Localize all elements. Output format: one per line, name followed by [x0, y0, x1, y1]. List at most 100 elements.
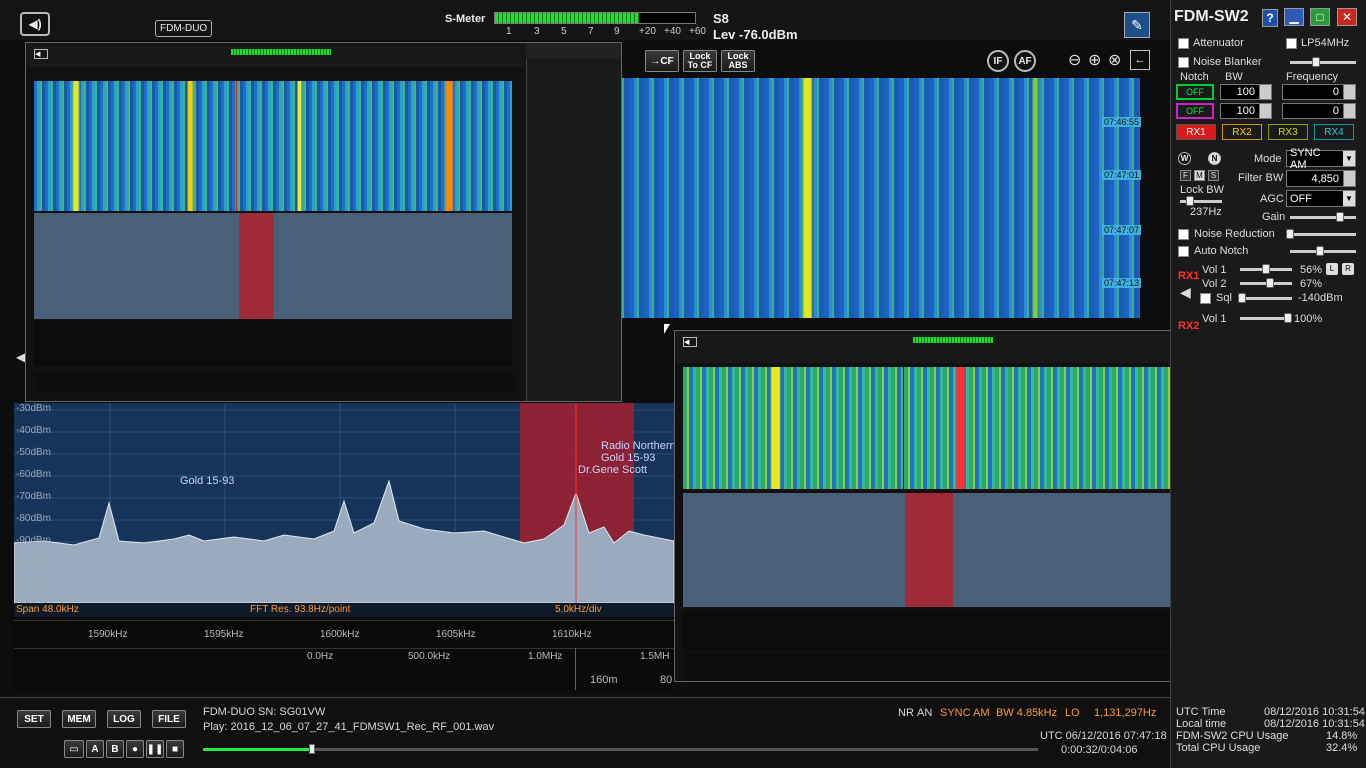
f-button[interactable]: F	[1180, 170, 1191, 181]
lock-abs-button[interactable]: Lock ABS	[721, 50, 755, 72]
mini-spectrum[interactable]	[34, 213, 512, 319]
sql-slider-thumb[interactable]	[1238, 293, 1246, 303]
spin-icon[interactable]	[1259, 85, 1271, 99]
attenuator-checkbox[interactable]	[1178, 38, 1189, 49]
mini2-waterfall[interactable]	[683, 367, 1227, 489]
m-button[interactable]: M	[1194, 170, 1205, 181]
annotation-gold-1593-left: Gold 15-93	[180, 475, 235, 487]
notch-1-freq[interactable]: 0	[1282, 84, 1356, 100]
main-spectrum[interactable]	[14, 403, 674, 603]
mini2-speaker-icon[interactable]: ◀	[683, 337, 697, 347]
cpu-usage-label: FDM-SW2 CPU Usage	[1176, 730, 1289, 742]
lp54-checkbox[interactable]	[1286, 38, 1297, 49]
rx1-vol1-slider-thumb[interactable]	[1262, 264, 1270, 274]
stop-icon[interactable]: ■	[166, 740, 184, 758]
playback-progress[interactable]	[203, 744, 1038, 754]
filter-bw-input[interactable]: 4,850	[1286, 170, 1356, 187]
l-button[interactable]: L	[1326, 263, 1338, 275]
gain-slider-thumb[interactable]	[1336, 212, 1344, 222]
noise-reduction-slider[interactable]	[1290, 233, 1356, 236]
af-button[interactable]: AF	[1014, 50, 1036, 72]
mode-select[interactable]: SYNC AM ▼	[1286, 147, 1356, 171]
s-button[interactable]: S	[1208, 170, 1219, 181]
spin-icon[interactable]	[1343, 85, 1355, 99]
noise-blanker-checkbox[interactable]	[1178, 57, 1189, 68]
zoom-reset-icon[interactable]: ⊗	[1108, 50, 1121, 70]
notch-2-toggle[interactable]: OFF	[1176, 103, 1214, 119]
notch-2-bw[interactable]: 100	[1220, 103, 1272, 119]
if-button[interactable]: IF	[987, 50, 1009, 72]
status-nr: NR	[898, 707, 914, 719]
mini-speaker-icon[interactable]: ◀	[34, 49, 48, 59]
marker-a-button[interactable]: A	[86, 740, 104, 758]
mem-button[interactable]: MEM	[62, 710, 96, 728]
noise-blanker-slider-thumb[interactable]	[1312, 57, 1320, 67]
minimize-icon[interactable]: ▁	[1284, 8, 1304, 26]
div-readout: 5.0kHz/div	[555, 604, 602, 615]
lock-bw-slider-thumb[interactable]	[1186, 196, 1194, 206]
maximize-icon[interactable]: □	[1310, 8, 1330, 26]
close-icon[interactable]: ✕	[1337, 8, 1357, 26]
rx2-button[interactable]: RX2	[1222, 124, 1262, 140]
zoom-out-icon[interactable]: ⊖	[1068, 50, 1081, 70]
r-button[interactable]: R	[1342, 263, 1354, 275]
lock-to-cf-button[interactable]: Lock To CF	[683, 50, 717, 72]
help-icon[interactable]: ?	[1262, 9, 1278, 27]
notch-1-bw[interactable]: 100	[1220, 84, 1272, 100]
notch-1-toggle[interactable]: OFF	[1176, 84, 1214, 100]
mini-smeter	[231, 49, 331, 55]
waterfall-time-label: 07:47:13	[1102, 278, 1142, 288]
spin-icon[interactable]	[1259, 104, 1271, 118]
mini-waterfall[interactable]	[34, 81, 512, 211]
rx1-button[interactable]: RX1	[1176, 124, 1216, 140]
chevron-down-icon[interactable]: ▼	[1343, 191, 1355, 206]
noise-reduction-slider-thumb[interactable]	[1286, 229, 1294, 239]
log-button[interactable]: LOG	[107, 710, 141, 728]
noise-reduction-checkbox[interactable]	[1178, 229, 1189, 240]
speaker-icon[interactable]: ◀)	[20, 12, 50, 36]
rx2-vol1-slider-thumb[interactable]	[1284, 313, 1292, 323]
left-scroll-arrow-icon[interactable]: ◀	[16, 350, 25, 364]
mini-window-top-left[interactable]: ◀	[25, 42, 622, 402]
noise-blanker-slider[interactable]	[1290, 61, 1356, 64]
playback-thumb[interactable]	[308, 744, 315, 754]
set-button[interactable]: SET	[17, 710, 51, 728]
rx1-vol2-slider-thumb[interactable]	[1266, 278, 1274, 288]
arrow-left-icon[interactable]: ←	[1130, 50, 1150, 70]
cf-button[interactable]: → CF	[645, 50, 679, 72]
n-button[interactable]: N	[1208, 152, 1221, 165]
w-button[interactable]: W	[1178, 152, 1191, 165]
speaker-icon[interactable]: ◀	[1180, 284, 1191, 301]
sql-checkbox[interactable]	[1200, 293, 1211, 304]
zoom-in-icon[interactable]: ⊕	[1088, 50, 1101, 70]
rx4-button[interactable]: RX4	[1314, 124, 1354, 140]
mini-side-panel	[526, 43, 621, 401]
notch-2-freq[interactable]: 0	[1282, 103, 1356, 119]
mini2-smeter	[913, 337, 993, 343]
marker-b-button[interactable]: B	[106, 740, 124, 758]
rx1-vol2-label: Vol 2	[1202, 278, 1227, 290]
pause-icon[interactable]: ❚❚	[146, 740, 164, 758]
sql-slider[interactable]	[1240, 297, 1292, 300]
spin-icon[interactable]	[1343, 171, 1355, 186]
auto-notch-slider-thumb[interactable]	[1316, 246, 1324, 256]
main-waterfall[interactable]	[614, 78, 1140, 318]
record-icon[interactable]: ●	[126, 740, 144, 758]
mode-value: SYNC AM	[1290, 146, 1321, 171]
tools-icon[interactable]: ✎	[1124, 12, 1150, 38]
spin-icon[interactable]	[1343, 104, 1355, 118]
agc-select[interactable]: OFF ▼	[1286, 190, 1356, 207]
record-list-icon[interactable]: ▭	[64, 740, 84, 758]
gain-slider[interactable]	[1290, 216, 1356, 219]
utc-timestamp: UTC 06/12/2016 07:47:18	[1040, 730, 1167, 742]
auto-notch-checkbox[interactable]	[1178, 246, 1189, 257]
frequency-label: 1590kHz	[88, 629, 128, 640]
rx3-button[interactable]: RX3	[1268, 124, 1308, 140]
local-time-value: 08/12/2016 10:31:54	[1264, 718, 1365, 730]
filter-bw-value: 4,850	[1311, 172, 1339, 185]
chevron-down-icon[interactable]: ▼	[1343, 151, 1355, 166]
file-button[interactable]: FILE	[152, 710, 186, 728]
notch-header: Notch	[1180, 71, 1209, 83]
offset-label: 1.0MHz	[528, 651, 563, 662]
mini2-spectrum[interactable]	[683, 493, 1227, 607]
